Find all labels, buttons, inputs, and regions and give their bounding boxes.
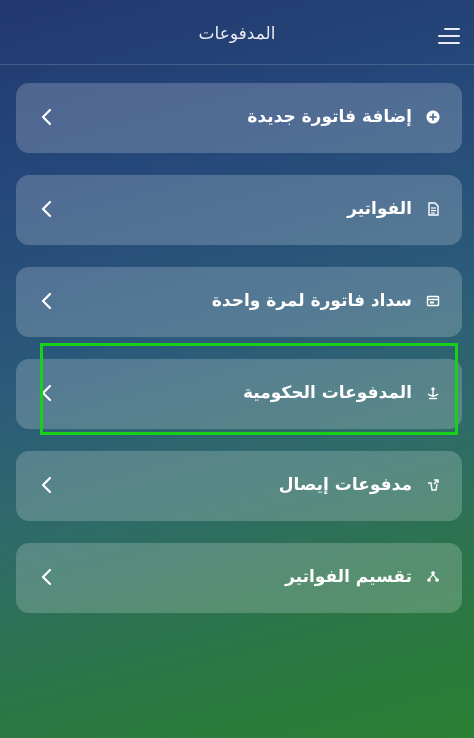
menu-item-label: المدفوعات الحكومية: [243, 383, 412, 403]
menu-item-government-payments[interactable]: المدفوعات الحكومية: [16, 359, 462, 429]
chevron-left-icon: [41, 476, 52, 494]
menu-item-label: تقسيم الفواتير: [285, 567, 412, 587]
chevron-left-icon: [41, 568, 52, 586]
menu-item-label: مدفوعات إيصال: [278, 475, 412, 495]
top-bar: المدفوعات: [0, 0, 474, 65]
menu-item-split-bills[interactable]: تقسيم الفواتير: [16, 543, 462, 613]
government-icon: [427, 387, 439, 400]
menu-item-label: سداد فاتورة لمرة واحدة: [211, 291, 412, 311]
chevron-left-icon: [41, 200, 52, 218]
menu-item-receipt-payments[interactable]: مدفوعات إيصال: [16, 451, 462, 521]
menu-item-label: الفواتير: [347, 199, 412, 219]
chevron-left-icon: [41, 384, 52, 402]
chevron-left-icon: [41, 108, 52, 126]
chevron-left-icon: [41, 292, 52, 310]
plus-circle-icon: [426, 110, 440, 124]
menu-item-one-time-bill-payment[interactable]: سداد فاتورة لمرة واحدة: [16, 267, 462, 337]
menu-item-bills[interactable]: الفواتير: [16, 175, 462, 245]
card-icon: [426, 295, 440, 307]
receipt-icon: [428, 479, 439, 491]
menu-item-add-new-bill[interactable]: إضافة فاتورة جديدة: [16, 83, 462, 153]
page-title: المدفوعات: [198, 24, 276, 44]
payments-menu-list: إضافة فاتورة جديدة الفواتير سداد فاتورة …: [16, 83, 462, 635]
split-icon: [427, 571, 439, 582]
document-icon: [428, 202, 439, 216]
menu-item-label: إضافة فاتورة جديدة: [247, 107, 412, 127]
